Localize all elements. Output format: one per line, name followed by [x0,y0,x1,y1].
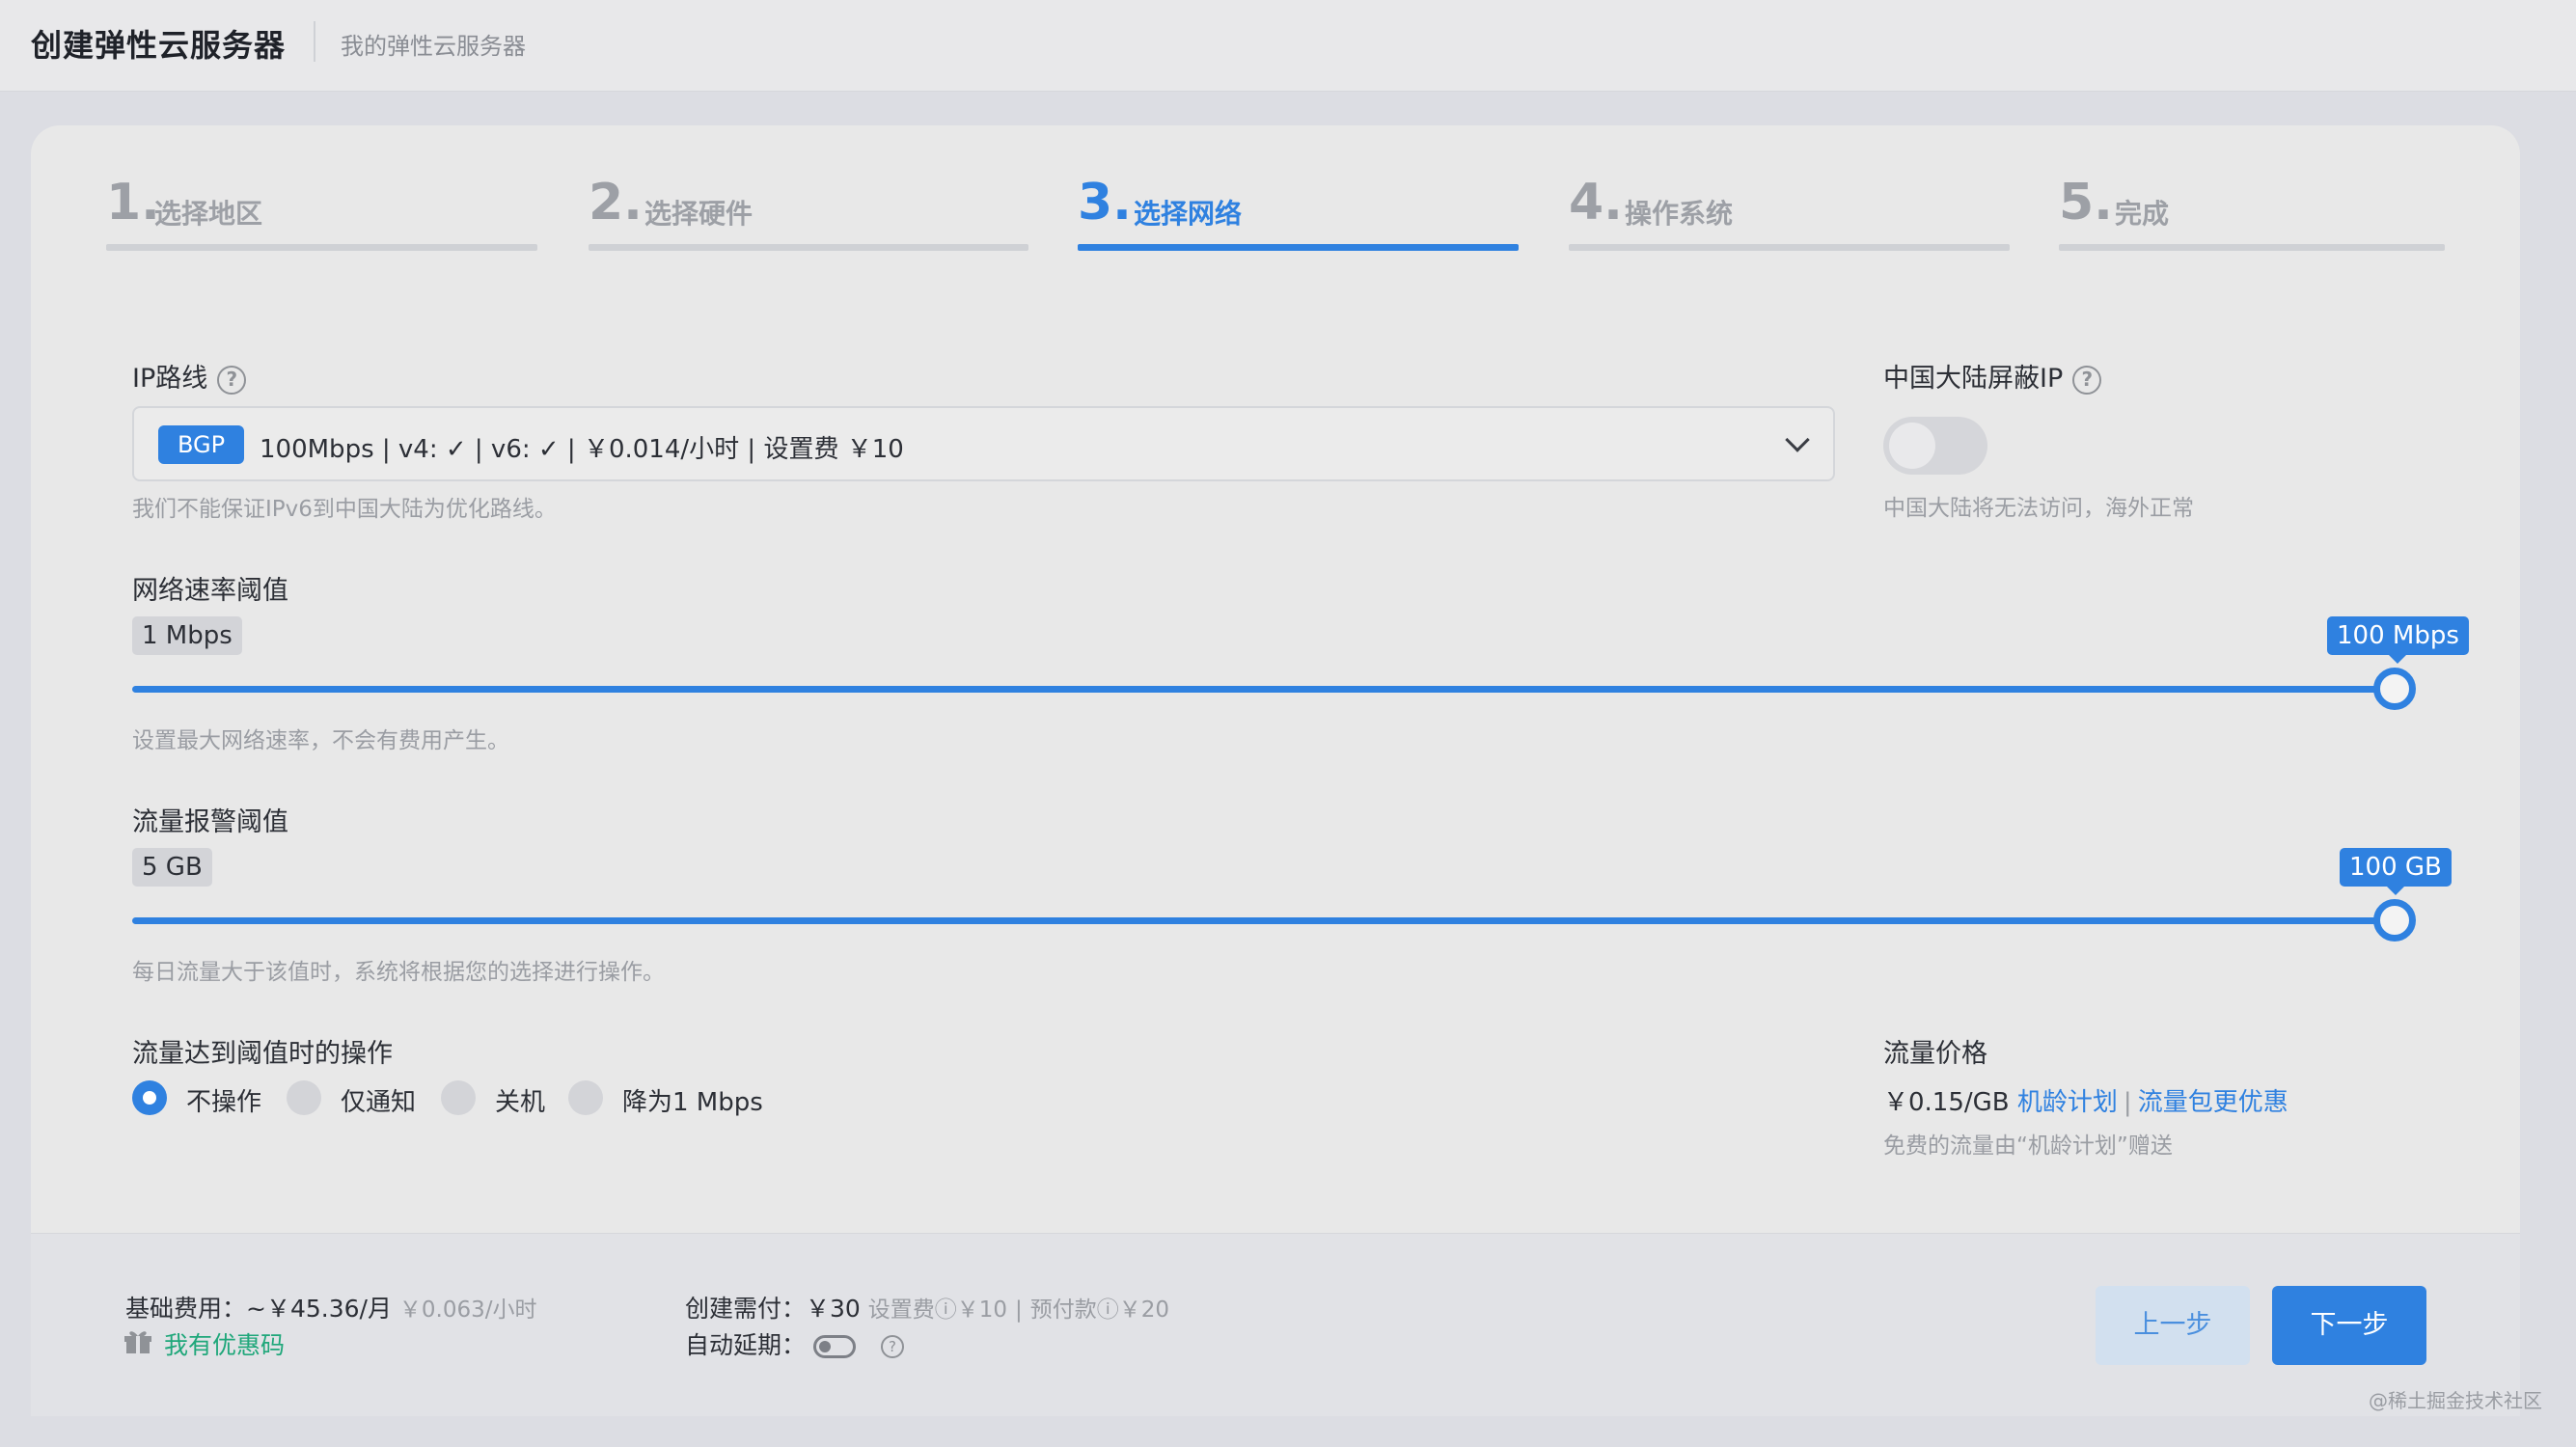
chevron-down-icon [1785,427,1810,452]
age-plan-link[interactable]: 机龄计划 [2017,1088,2118,1117]
step-progress-bar [1078,244,1519,251]
rate-limit-hint: 设置最大网络速率，不会有费用产生。 [132,728,509,753]
create-pay-label: 创建需付： [685,1295,807,1323]
help-icon[interactable]: ? [217,365,247,395]
step-progress-bar [589,244,1028,251]
radio-label: 仅通知 [341,1088,417,1117]
step-select-network[interactable]: 3. 选择网络 [1078,174,1519,251]
traffic-price-hint: 免费的流量由“机龄计划”赠送 [1883,1133,2173,1159]
step-progress-bar [1569,244,2010,251]
base-fee-monthly: 基础费用：~￥45.36/月 [125,1295,392,1323]
prepay-value: ￥20 [1118,1297,1169,1323]
step-label: 选择网络 [1134,198,1243,230]
traffic-price-label: 流量价格 [1883,1039,1987,1069]
auto-renew-toggle[interactable] [813,1335,857,1358]
setup-fee-label: 设置费 [867,1297,935,1323]
traffic-package-link[interactable]: 流量包更优惠 [2138,1088,2288,1117]
fee-separator: | [1015,1297,1023,1323]
previous-step-button[interactable]: 上一步 [2096,1286,2250,1365]
watermark: @稀土掘金技术社区 [2369,1389,2542,1412]
step-number: 1. [106,174,160,232]
toggle-knob [1889,423,1935,469]
step-select-hardware[interactable]: 2. 选择硬件 [589,174,1028,251]
prepay-label: 预付款 [1029,1297,1097,1323]
coupon-code-link[interactable]: 我有优惠码 [164,1326,285,1361]
wizard-card: 1. 选择地区 2. 选择硬件 3. 选择网络 4. 操作系统 5. 完成 [31,125,2520,1416]
ip-route-label-text: IP路线 [132,364,208,394]
radio-indicator [568,1080,603,1115]
help-icon[interactable]: ? [881,1335,905,1358]
rate-limit-label: 网络速率阈值 [132,576,288,606]
breadcrumb-my-servers[interactable]: 我的弹性云服务器 [341,27,526,61]
help-icon[interactable]: ? [2072,365,2102,395]
rate-limit-slider-track[interactable] [132,686,2395,693]
traffic-alert-min-chip: 5 GB [132,848,212,887]
setup-fee-value: ￥10 [956,1297,1008,1323]
step-select-region[interactable]: 1. 选择地区 [106,174,537,251]
traffic-price-value: ￥0.15/GB [1883,1088,2010,1117]
radio-label: 降为1 Mbps [622,1088,763,1117]
title-divider [314,21,315,62]
step-number: 3. [1078,174,1132,232]
link-separator: | [2123,1088,2132,1117]
radio-label: 不操作 [186,1088,262,1117]
help-icon[interactable]: ⓘ [935,1297,957,1323]
mainland-block-hint: 中国大陆将无法访问，海外正常 [1883,496,2194,521]
step-label: 选择地区 [154,198,263,230]
threshold-action-label: 流量达到阈值时的操作 [132,1039,393,1069]
radio-indicator [132,1080,167,1115]
step-number: 5. [2059,174,2113,232]
step-indicator: 1. 选择地区 2. 选择硬件 3. 选择网络 4. 操作系统 5. 完成 [31,125,2520,260]
create-payment: 创建需付：￥30 设置费ⓘ￥10 | 预付款ⓘ￥20 [685,1290,1169,1324]
step-progress-bar [106,244,537,251]
traffic-alert-hint: 每日流量大于该值时，系统将根据您的选择进行操作。 [132,960,665,985]
step-label: 选择硬件 [644,198,754,230]
step-number: 4. [1569,174,1623,232]
rate-limit-min-chip: 1 Mbps [132,616,242,655]
mainland-block-toggle[interactable] [1883,417,1987,475]
auto-renew-label: 自动延期： [685,1331,807,1359]
mainland-block-label-text: 中国大陆屏蔽IP [1883,364,2064,394]
base-fee: 基础费用：~￥45.36/月 ￥0.063/小时 [125,1290,537,1324]
radio-indicator [441,1080,476,1115]
next-step-button[interactable]: 下一步 [2272,1286,2426,1365]
step-complete[interactable]: 5. 完成 [2059,174,2445,251]
ip-route-label: IP路线? [132,357,247,395]
ip-route-hint: 我们不能保证IPv6到中国大陆为优化路线。 [132,497,557,522]
gift-icon [124,1331,151,1353]
rate-limit-slider-handle[interactable] [2373,668,2416,710]
step-number: 2. [589,174,643,232]
step-label: 操作系统 [1625,198,1734,230]
rate-limit-value-tooltip: 100 Mbps [2327,616,2469,664]
traffic-alert-value-tooltip: 100 GB [2340,848,2452,895]
help-icon[interactable]: ⓘ [1097,1297,1119,1323]
create-pay-value: ￥30 [806,1295,861,1323]
ip-route-selected-value: 100Mbps | v4: ✓ | v6: ✓ | ￥0.014/小时 | 设置… [260,435,904,464]
auto-renew: 自动延期：? [685,1326,905,1361]
page-title: 创建弹性云服务器 [31,27,287,64]
radio-label: 关机 [495,1088,546,1117]
ip-route-select[interactable]: BGP 100Mbps | v4: ✓ | v6: ✓ | ￥0.014/小时 … [132,406,1835,481]
traffic-alert-slider-track[interactable] [132,917,2395,924]
radio-indicator [287,1080,321,1115]
bgp-badge: BGP [158,425,245,464]
traffic-price-line: ￥0.15/GB 机龄计划 | 流量包更优惠 [1883,1082,2288,1118]
top-bar: 创建弹性云服务器 我的弹性云服务器 [0,0,2576,92]
mainland-block-label: 中国大陆屏蔽IP? [1883,357,2102,395]
traffic-alert-slider-handle[interactable] [2373,899,2416,942]
traffic-alert-label: 流量报警阈值 [132,807,288,837]
step-progress-bar [2059,244,2445,251]
step-operating-system[interactable]: 4. 操作系统 [1569,174,2010,251]
base-fee-hourly: ￥0.063/小时 [398,1297,537,1323]
step-label: 完成 [2115,198,2170,230]
